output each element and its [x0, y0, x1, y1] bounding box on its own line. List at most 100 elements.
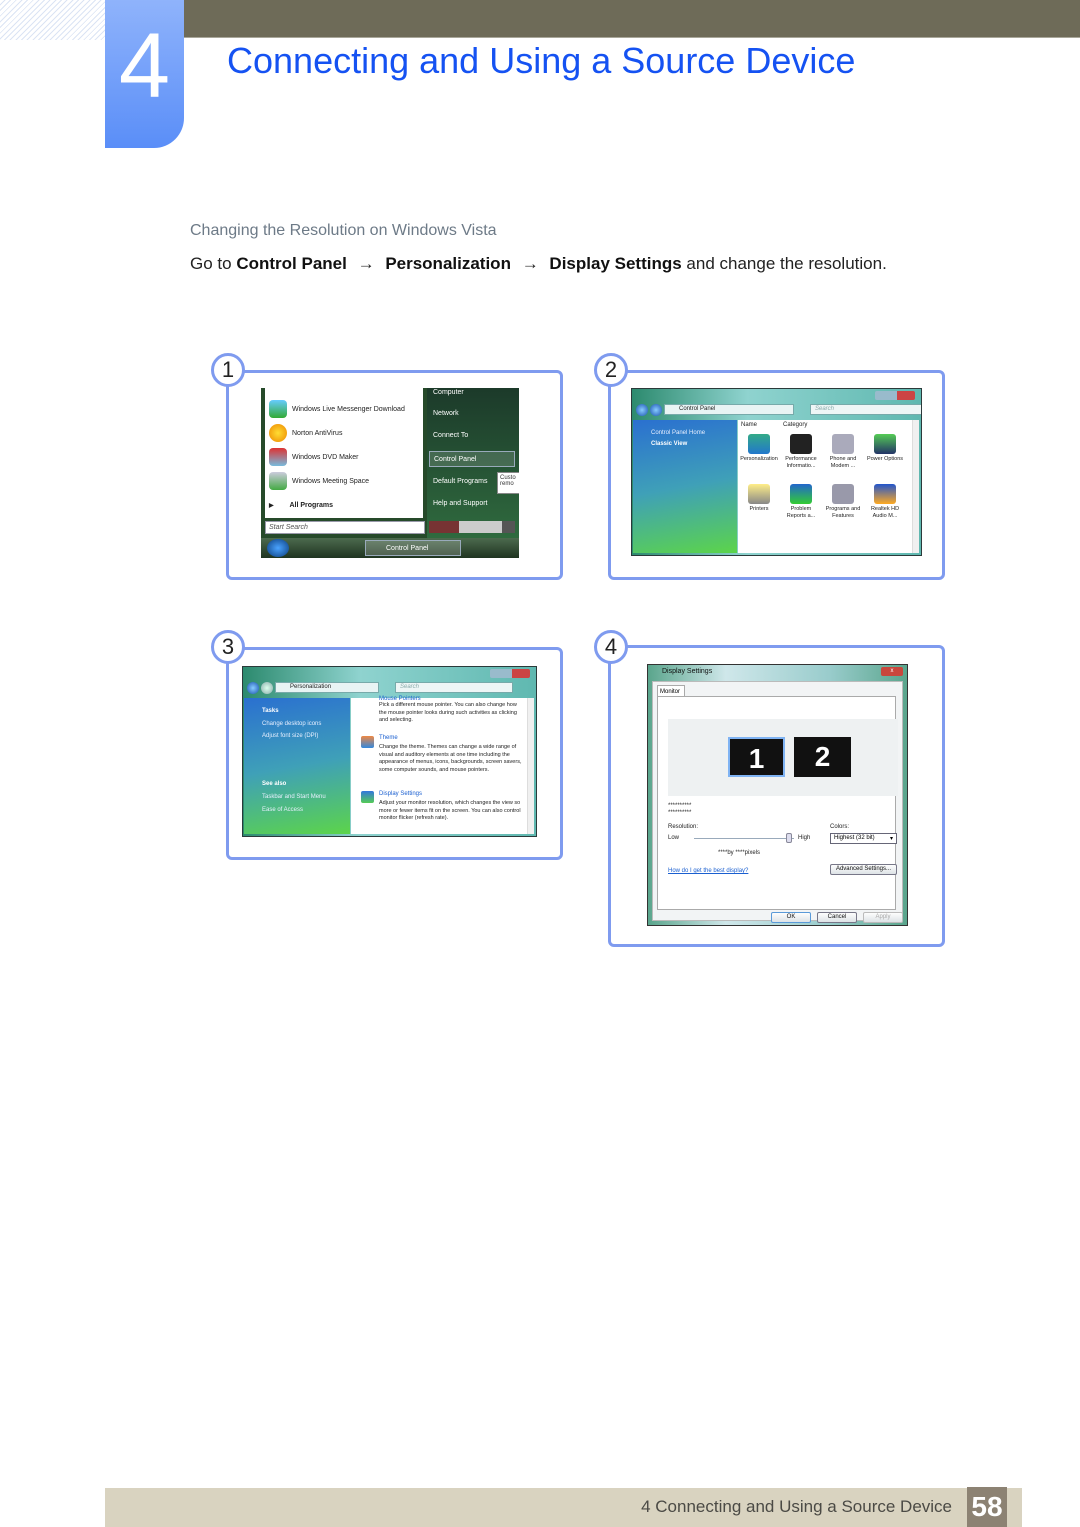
messenger-icon [269, 400, 287, 418]
help-link[interactable]: How do I get the best display? [668, 868, 748, 874]
start-menu-link[interactable]: Connect To [433, 432, 468, 439]
display-settings-dialog: Display Settings x Monitor 1 2 *********… [647, 664, 908, 926]
forward-icon[interactable] [650, 403, 662, 416]
start-menu-link[interactable]: Default Programs [433, 478, 487, 485]
entry-title[interactable]: Theme [379, 735, 398, 741]
start-menu-places: Computer Network Connect To Control Pane… [427, 388, 519, 538]
tasks-heading: Tasks [262, 708, 279, 714]
side-pane: Control Panel Home Classic View [633, 420, 737, 553]
power-lock-buttons[interactable] [429, 521, 515, 533]
instruction-step-personalization: Personalization [385, 254, 511, 273]
start-search-input[interactable]: Start Search [265, 521, 425, 534]
scrollbar[interactable] [912, 420, 919, 553]
slider-thumb[interactable] [786, 833, 792, 843]
start-menu-screenshot: Windows Live Messenger Download Norton A… [261, 388, 519, 558]
start-menu-item[interactable]: Windows Meeting Space [269, 472, 369, 490]
side-link-classic-view[interactable]: Classic View [651, 441, 687, 447]
theme-icon[interactable] [361, 736, 374, 748]
address-bar: Personalization Search [247, 681, 513, 694]
search-input[interactable]: Search [395, 682, 513, 693]
printers-icon[interactable] [748, 484, 770, 504]
address-bar: Control Panel Search [636, 403, 921, 416]
start-orb-icon[interactable] [267, 539, 289, 557]
monitor-1[interactable]: 1 [728, 737, 785, 777]
instruction-prefix: Go to [190, 254, 232, 273]
ok-button[interactable]: OK [771, 912, 811, 923]
entry-desc: Adjust your monitor resolution, which ch… [379, 800, 521, 821]
resolution-label: Resolution: [668, 824, 699, 830]
phone-modem-icon[interactable] [832, 434, 854, 454]
monitor-name: ********** [668, 810, 692, 816]
resolution-value: ****by ****pixels [718, 850, 761, 856]
see-also-link[interactable]: Ease of Access [262, 807, 303, 813]
search-input[interactable]: Search [810, 404, 921, 415]
item-label[interactable]: Problem Reports a... [781, 506, 821, 520]
address-input[interactable]: Personalization [275, 682, 379, 693]
entry-desc: Pick a different mouse pointer. You can … [379, 702, 517, 723]
instruction-text: Go to Control Panel → Personalization → … [190, 254, 887, 274]
monitor-name: ********** [668, 803, 692, 809]
back-icon[interactable] [636, 403, 648, 416]
chapter-title: Connecting and Using a Source Device [227, 40, 856, 81]
advanced-settings-button[interactable]: Advanced Settings... [830, 864, 897, 875]
item-label[interactable]: Realtek HD Audio M... [865, 506, 905, 520]
realtek-icon[interactable] [874, 484, 896, 504]
decorative-hatch [0, 0, 105, 40]
display-settings-icon[interactable] [361, 791, 374, 803]
address-input[interactable]: Control Panel [664, 404, 794, 415]
colors-select[interactable]: Highest (32 bit) ▾ [830, 833, 897, 844]
see-also-heading: See also [262, 781, 287, 787]
instruction-step-display-settings: Display Settings [549, 254, 682, 273]
monitor-arrangement: 1 2 [668, 719, 898, 796]
apply-button[interactable]: Apply [863, 912, 903, 923]
start-menu-item[interactable]: Norton AntiVirus [269, 424, 342, 442]
start-menu-programs: Windows Live Messenger Download Norton A… [265, 388, 423, 518]
problem-reports-icon[interactable] [790, 484, 812, 504]
start-menu-link-control-panel[interactable]: Control Panel [429, 451, 515, 467]
dialog-title: Display Settings [662, 668, 713, 675]
item-label[interactable]: Power Options [865, 456, 905, 463]
low-label: Low [668, 835, 680, 841]
task-link[interactable]: Adjust font size (DPI) [262, 733, 318, 739]
programs-features-icon[interactable] [832, 484, 854, 504]
window-controls[interactable] [490, 669, 530, 678]
start-menu-item[interactable]: Windows Live Messenger Download [269, 400, 405, 418]
column-header[interactable]: Name [741, 422, 757, 428]
all-programs[interactable]: ▶ All Programs [269, 502, 333, 509]
taskbar-control-panel[interactable]: Control Panel [365, 540, 461, 556]
item-label[interactable]: Phone and Modem ... [823, 456, 863, 470]
item-label[interactable]: Personalization [739, 456, 779, 463]
forward-icon[interactable] [261, 681, 273, 694]
start-menu-item[interactable]: Windows DVD Maker [269, 448, 359, 466]
personalization-window: Personalization Search Tasks Change desk… [242, 666, 537, 837]
power-icon[interactable] [874, 434, 896, 454]
side-pane: Tasks Change desktop icons Adjust font s… [244, 698, 350, 834]
performance-icon[interactable] [790, 434, 812, 454]
task-link[interactable]: Change desktop icons [262, 721, 321, 727]
start-menu-link[interactable]: Help and Support [433, 500, 487, 507]
start-menu-link[interactable]: Computer [433, 389, 464, 396]
back-icon[interactable] [247, 681, 259, 694]
entry-title-display-settings[interactable]: Display Settings [379, 791, 422, 797]
resolution-slider[interactable] [694, 833, 794, 843]
triangle-right-icon: ▶ [269, 503, 274, 509]
meeting-space-icon [269, 472, 287, 490]
see-also-link[interactable]: Taskbar and Start Menu [262, 794, 326, 800]
side-link[interactable]: Control Panel Home [651, 430, 705, 436]
monitor-2[interactable]: 2 [794, 737, 851, 777]
cancel-button[interactable]: Cancel [817, 912, 857, 923]
start-menu-link[interactable]: Network [433, 410, 459, 417]
window-controls[interactable] [875, 391, 915, 400]
scrollbar[interactable] [527, 698, 534, 834]
instruction-suffix: and change the resolution. [686, 254, 887, 273]
content-pane: Mouse Pointers Pick a different mouse po… [351, 696, 534, 834]
dvd-maker-icon [269, 448, 287, 466]
tooltip: Custo remo [497, 472, 519, 494]
column-header[interactable]: Category [783, 422, 807, 428]
close-button[interactable]: x [881, 667, 903, 676]
personalization-icon[interactable] [748, 434, 770, 454]
item-label[interactable]: Performance Informatio... [781, 456, 821, 470]
item-label[interactable]: Printers [739, 506, 779, 513]
item-label[interactable]: Programs and Features [823, 506, 863, 520]
norton-icon [269, 424, 287, 442]
